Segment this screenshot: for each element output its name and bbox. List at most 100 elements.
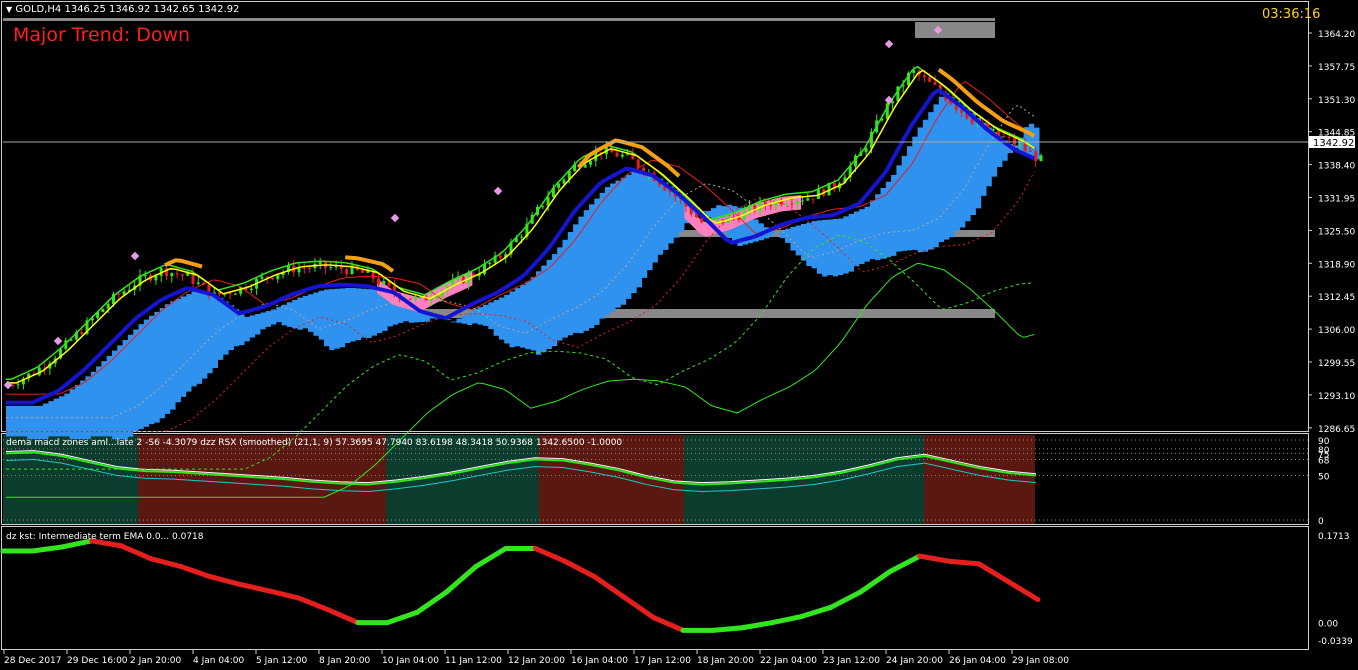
candle bbox=[308, 268, 312, 270]
server-clock: 03:36:16 bbox=[1262, 7, 1321, 22]
candle bbox=[345, 269, 349, 274]
rsx-legend: dema macd zones aml...late 2 -S6 -4.3079… bbox=[6, 438, 622, 448]
price-tick-label: 1325.50 bbox=[1318, 227, 1355, 237]
candle bbox=[960, 109, 963, 113]
kst-segment bbox=[148, 556, 183, 569]
candle bbox=[562, 179, 566, 184]
time-tick-label: 17 Jan 12:00 bbox=[634, 656, 691, 666]
zone-red bbox=[924, 435, 1035, 524]
kst-segment bbox=[414, 589, 450, 615]
dropdown-triangle-icon[interactable]: ▼ bbox=[6, 5, 12, 14]
candle bbox=[196, 282, 200, 284]
candle bbox=[541, 205, 545, 207]
candle bbox=[589, 160, 592, 165]
fractal-diamond bbox=[884, 39, 894, 49]
trend-label: Major Trend: Down bbox=[13, 24, 191, 46]
candle bbox=[801, 200, 804, 202]
candle bbox=[488, 262, 492, 265]
kst-segment bbox=[177, 563, 213, 580]
candle bbox=[498, 255, 502, 258]
candle bbox=[1028, 150, 1032, 152]
kst-segment bbox=[828, 589, 864, 610]
candle bbox=[377, 278, 380, 285]
candle bbox=[758, 201, 762, 211]
kst-segment bbox=[562, 558, 597, 580]
kst-panel-border bbox=[1, 526, 1309, 650]
candle bbox=[271, 278, 274, 280]
time-tick-label: 16 Jan 04:00 bbox=[571, 656, 628, 666]
candle bbox=[106, 303, 110, 309]
kst-legend: dz kst: Intermediate term EMA 0.0... 0.0… bbox=[6, 532, 204, 542]
candle bbox=[769, 205, 773, 207]
kst-segment bbox=[237, 581, 272, 594]
price-tick-label: 1331.95 bbox=[1318, 195, 1355, 205]
price-tick-label: 1306.00 bbox=[1318, 326, 1355, 336]
kst-segment bbox=[739, 620, 775, 631]
candle bbox=[716, 219, 720, 222]
candle bbox=[180, 274, 184, 276]
zone-green bbox=[684, 435, 924, 524]
candle bbox=[435, 296, 439, 299]
candle bbox=[260, 276, 264, 279]
time-tick-label: 11 Jan 12:00 bbox=[445, 656, 502, 666]
candle bbox=[1002, 136, 1006, 138]
resistance-line-top bbox=[3, 18, 995, 21]
candle bbox=[1013, 137, 1016, 145]
price-tick-label: 1293.10 bbox=[1318, 392, 1355, 402]
candle bbox=[1039, 155, 1043, 162]
candle bbox=[795, 200, 799, 204]
candle bbox=[249, 288, 253, 291]
price-tick-label: 1312.45 bbox=[1318, 293, 1355, 303]
time-axis: 28 Dec 2017 29 Dec 16:00 2 Jan 20:00 4 Jan … bbox=[3, 650, 1069, 666]
kst-segment bbox=[266, 588, 302, 601]
time-tick-label: 18 Jan 20:00 bbox=[697, 656, 754, 666]
fractal-diamond bbox=[3, 380, 13, 390]
kst-segment bbox=[858, 568, 893, 595]
time-tick-label: 8 Jan 20:00 bbox=[319, 656, 371, 666]
candle bbox=[583, 164, 587, 168]
candle bbox=[520, 236, 524, 238]
candle bbox=[790, 203, 794, 205]
kst-segment bbox=[444, 563, 479, 595]
candle bbox=[170, 273, 174, 277]
fractal-diamond bbox=[390, 213, 400, 223]
kst-segment bbox=[384, 609, 420, 626]
kst-segment bbox=[887, 553, 923, 574]
candle bbox=[785, 203, 789, 205]
candle bbox=[557, 183, 561, 188]
candle bbox=[636, 159, 640, 168]
candle bbox=[1018, 143, 1022, 145]
kst-segment bbox=[296, 595, 331, 613]
fractal-diamond bbox=[53, 336, 63, 346]
kst-segment bbox=[946, 558, 982, 567]
kst-segment bbox=[621, 594, 657, 621]
kst-segment bbox=[532, 545, 568, 564]
price-tick-label: 1299.55 bbox=[1318, 359, 1355, 369]
price-tick-label: 1357.75 bbox=[1318, 63, 1355, 73]
rsx-level-label: 50 bbox=[1318, 473, 1330, 483]
candle bbox=[318, 261, 322, 264]
symbol-header[interactable]: ▼ GOLD,H4 1346.25 1346.92 1342.65 1342.9… bbox=[6, 4, 239, 15]
chart-canvas: 1364.201357.751351.301344.851338.401331.… bbox=[0, 1, 1355, 666]
time-tick-label: 24 Jan 20:00 bbox=[886, 656, 943, 666]
time-tick-label: 4 Jan 04:00 bbox=[193, 656, 245, 666]
rsx-level-label: 68 bbox=[1318, 457, 1330, 467]
candle bbox=[276, 275, 280, 280]
time-tick-label: 23 Jan 12:00 bbox=[823, 656, 880, 666]
time-tick-label: 10 Jan 04:00 bbox=[382, 656, 439, 666]
kst-segment bbox=[30, 544, 65, 554]
price-tick-label: 1338.40 bbox=[1318, 162, 1355, 172]
candle bbox=[101, 308, 105, 313]
price-tick-label: 1286.65 bbox=[1318, 425, 1355, 435]
candle bbox=[806, 198, 810, 201]
kst-segment bbox=[325, 607, 361, 626]
candle bbox=[302, 268, 306, 270]
kst-segment bbox=[651, 615, 686, 633]
time-tick-label: 22 Jan 04:00 bbox=[760, 656, 817, 666]
rsx-zones bbox=[3, 435, 1035, 524]
time-tick-label: 29 Jan 08:00 bbox=[1012, 656, 1069, 666]
candle bbox=[16, 384, 20, 386]
price-axis: 1364.201357.751351.301344.851338.401331.… bbox=[1308, 30, 1355, 435]
candle bbox=[202, 282, 206, 285]
resistance-box bbox=[915, 22, 995, 38]
